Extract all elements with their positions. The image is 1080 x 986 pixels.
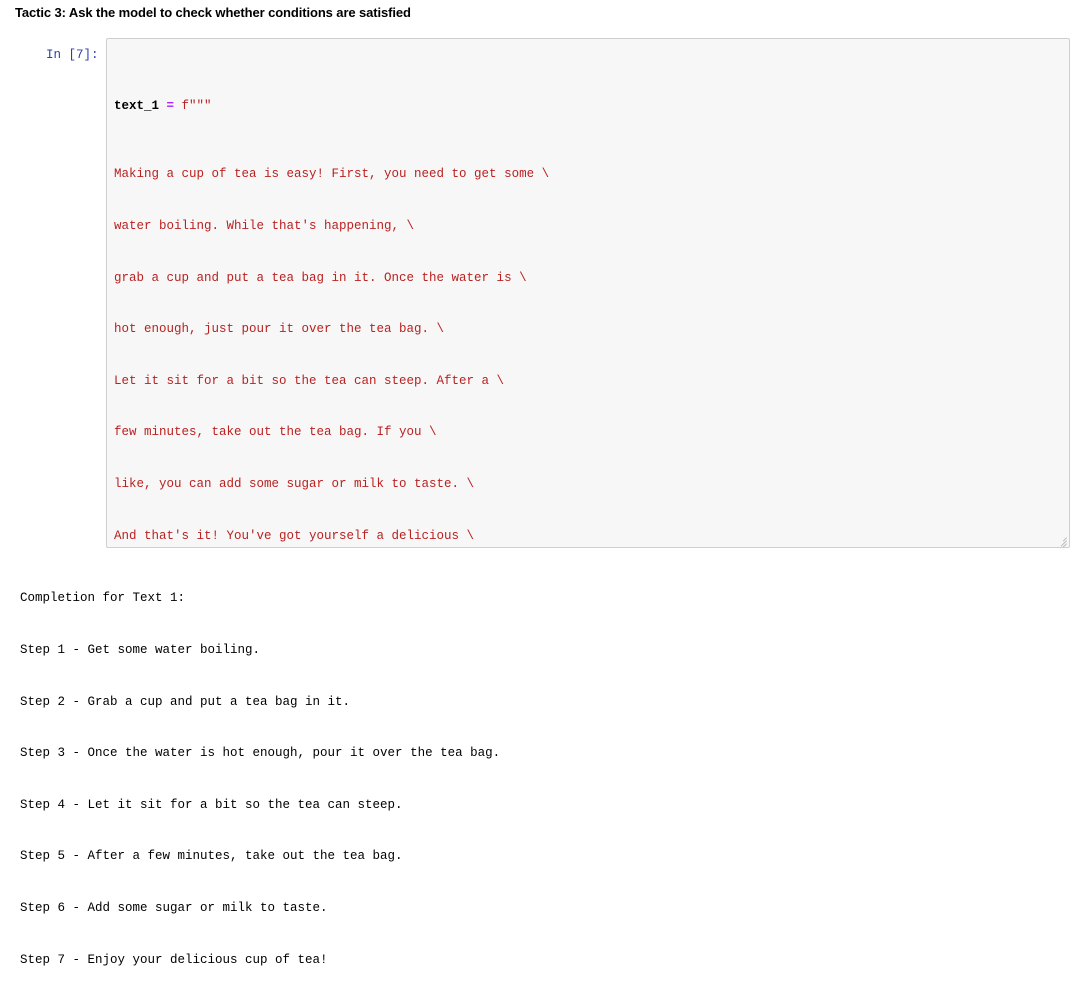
code-line: grab a cup and put a tea bag in it. Once…	[114, 270, 527, 285]
page-title: Tactic 3: Ask the model to check whether…	[15, 5, 411, 20]
code-line: Making a cup of tea is easy! First, you …	[114, 167, 550, 182]
output-line: Step 6 - Add some sugar or milk to taste…	[20, 901, 328, 916]
resize-grip-icon[interactable]	[1055, 533, 1067, 547]
code-editor[interactable]: text_1 = f""" Making a cup of tea is eas…	[106, 38, 1070, 548]
output-line: Completion for Text 1:	[20, 591, 186, 606]
code-line: hot enough, just pour it over the tea ba…	[114, 322, 445, 337]
code-content[interactable]: text_1 = f""" Making a cup of tea is eas…	[114, 46, 1065, 547]
code-token-variable: text_1	[114, 98, 160, 113]
cell-output: Completion for Text 1: Step 1 - Get some…	[20, 556, 1060, 986]
output-line: Step 1 - Get some water boiling.	[20, 643, 261, 658]
code-line: And that's it! You've got yourself a del…	[114, 528, 475, 543]
code-token-string: f"""	[181, 98, 212, 113]
execution-count-prompt: In [7]:	[46, 48, 99, 62]
output-line: Step 7 - Enjoy your delicious cup of tea…	[20, 952, 328, 967]
code-line: few minutes, take out the tea bag. If yo…	[114, 425, 437, 440]
output-line: Step 5 - After a few minutes, take out t…	[20, 849, 403, 864]
output-line: Step 4 - Let it sit for a bit so the tea…	[20, 797, 403, 812]
code-line: water boiling. While that's happening, \	[114, 219, 415, 234]
output-line: Step 2 - Grab a cup and put a tea bag in…	[20, 694, 351, 709]
code-line: like, you can add some sugar or milk to …	[114, 477, 475, 492]
code-token-operator: =	[159, 98, 182, 113]
code-line: Let it sit for a bit so the tea can stee…	[114, 373, 505, 388]
code-line: text_1 = f"""	[114, 98, 1065, 115]
output-line: Step 3 - Once the water is hot enough, p…	[20, 746, 501, 761]
